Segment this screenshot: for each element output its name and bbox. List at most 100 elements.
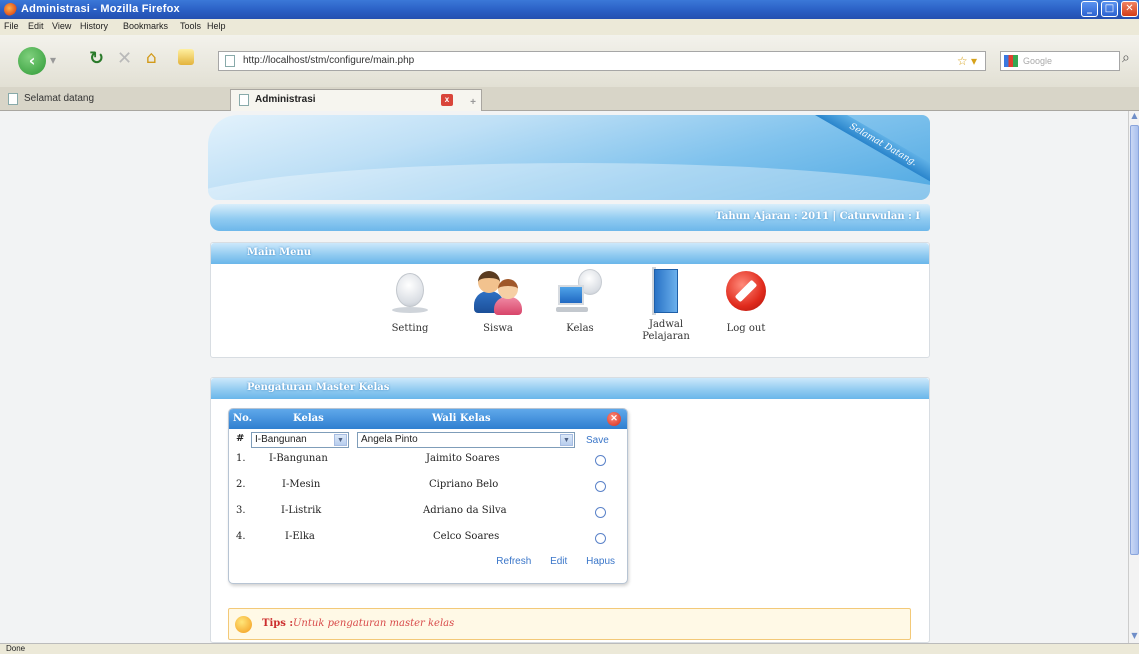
- menu-jadwal-pelajaran[interactable]: Jadwal Pelajaran: [631, 267, 701, 343]
- scroll-down-icon[interactable]: ▼: [1130, 631, 1139, 643]
- row-wali: Cipriano Belo: [429, 479, 499, 490]
- table-row: 1. I-Bangunan Jaimito Soares: [229, 453, 627, 479]
- row-no: 4.: [236, 531, 246, 542]
- url-bar[interactable]: http://localhost/stm/configure/main.php …: [218, 51, 986, 71]
- close-tab-icon[interactable]: x: [441, 94, 453, 106]
- row-select-radio[interactable]: [595, 507, 606, 518]
- schedule-icon: [642, 267, 690, 315]
- new-tab-icon[interactable]: +: [464, 93, 482, 109]
- menu-label: Siswa: [483, 323, 513, 334]
- vertical-scrollbar[interactable]: ▲ ▼: [1128, 111, 1139, 643]
- new-row-marker: #: [236, 433, 245, 444]
- edit-link[interactable]: Edit: [550, 556, 567, 567]
- row-wali: Jaimito Soares: [426, 453, 500, 464]
- students-icon: [474, 267, 522, 315]
- chevron-down-icon[interactable]: ▼: [334, 434, 347, 446]
- academic-info-text: Tahun Ajaran : 2011 | Caturwulan : I: [715, 211, 920, 222]
- tab-administrasi[interactable]: Administrasi x +: [230, 89, 482, 111]
- refresh-link[interactable]: Refresh: [496, 556, 531, 567]
- hapus-link[interactable]: Hapus: [586, 556, 615, 567]
- search-box[interactable]: Google: [1000, 51, 1120, 71]
- bookmark-icon[interactable]: [178, 49, 194, 65]
- table-actions: Refresh Edit Hapus: [480, 556, 615, 567]
- kelas-select[interactable]: I-Bangunan ▼: [251, 432, 349, 448]
- row-kelas: I-Elka: [285, 531, 315, 542]
- row-no: 2.: [236, 479, 246, 490]
- stop-icon[interactable]: ✕: [117, 48, 132, 69]
- panel-header: Main Menu: [211, 243, 929, 264]
- menu-logout[interactable]: Log out: [711, 267, 781, 335]
- row-kelas: I-Bangunan: [269, 453, 328, 464]
- menu-siswa[interactable]: Siswa: [463, 267, 533, 335]
- row-no: 1.: [236, 453, 246, 464]
- close-window-button[interactable]: ✕: [1121, 1, 1138, 17]
- panel-header: Pengaturan Master Kelas: [211, 378, 929, 399]
- table-header: No. Kelas Wali Kelas ✕: [229, 409, 627, 429]
- search-placeholder: Google: [1023, 56, 1053, 66]
- scroll-thumb[interactable]: [1130, 125, 1139, 555]
- menu-history[interactable]: History: [80, 21, 108, 31]
- row-kelas: I-Mesin: [282, 479, 321, 490]
- page-icon: [225, 55, 235, 67]
- menu-bar: File Edit View History Bookmarks Tools H…: [0, 19, 1139, 35]
- page-icon: [8, 93, 18, 105]
- menu-label: Setting: [391, 323, 429, 334]
- save-button[interactable]: Save: [586, 435, 609, 446]
- table-row: 2. I-Mesin Cipriano Belo: [229, 479, 627, 505]
- search-icon[interactable]: ⌕: [1122, 50, 1130, 66]
- firefox-icon: [4, 3, 17, 16]
- col-wali-kelas: Wali Kelas: [432, 413, 491, 424]
- menu-file[interactable]: File: [4, 21, 19, 31]
- menu-label: Kelas: [566, 323, 594, 334]
- bookmark-star-icon[interactable]: ☆ ▾: [957, 52, 977, 70]
- maximize-button[interactable]: □: [1101, 1, 1118, 17]
- menu-bookmarks[interactable]: Bookmarks: [123, 21, 168, 31]
- row-no: 3.: [236, 505, 246, 516]
- menu-kelas[interactable]: Kelas: [545, 267, 615, 335]
- back-button[interactable]: ‹: [18, 47, 46, 75]
- tab-label: Selamat datang: [24, 93, 95, 104]
- menu-help[interactable]: Help: [207, 21, 226, 31]
- wali-select-value: Angela Pinto: [361, 434, 418, 445]
- logout-icon: [722, 267, 770, 315]
- table-row: 4. I-Elka Celco Soares: [229, 531, 627, 557]
- setting-icon: [386, 267, 434, 315]
- row-kelas: I-Listrik: [281, 505, 322, 516]
- main-menu-panel: Main Menu Setting Siswa Kelas Jadwal Pel…: [210, 242, 930, 358]
- row-wali: Adriano da Silva: [423, 505, 507, 516]
- scroll-up-icon[interactable]: ▲: [1130, 111, 1139, 123]
- home-icon[interactable]: ⌂: [146, 48, 157, 68]
- master-kelas-panel: Pengaturan Master Kelas No. Kelas Wali K…: [210, 377, 930, 643]
- status-bar: Done: [0, 643, 1139, 654]
- kelas-select-value: I-Bangunan: [255, 434, 307, 445]
- row-select-radio[interactable]: [595, 455, 606, 466]
- chevron-down-icon[interactable]: ▼: [560, 434, 573, 446]
- status-text: Done: [6, 644, 26, 653]
- tab-label: Administrasi: [255, 94, 316, 105]
- row-select-radio[interactable]: [595, 533, 606, 544]
- menu-view[interactable]: View: [52, 21, 71, 31]
- navigation-toolbar: ‹ ▾ ↻ ✕ ⌂ http://localhost/stm/configure…: [0, 35, 1139, 87]
- title-bar: Administrasi - Mozilla Firefox _ □ ✕: [0, 0, 1139, 19]
- tab-selamat-datang[interactable]: Selamat datang: [0, 89, 225, 111]
- tips-box: Tips : Untuk pengaturan master kelas: [228, 608, 911, 640]
- menu-edit[interactable]: Edit: [28, 21, 44, 31]
- tips-text: Untuk pengaturan master kelas: [293, 618, 455, 629]
- reload-icon[interactable]: ↻: [89, 48, 104, 69]
- banner-swoosh: [208, 163, 930, 200]
- menu-setting[interactable]: Setting: [375, 267, 445, 335]
- col-kelas: Kelas: [293, 413, 324, 424]
- menu-label: Log out: [726, 323, 766, 334]
- minimize-button[interactable]: _: [1081, 1, 1098, 17]
- forward-dropdown-icon[interactable]: ▾: [50, 53, 56, 67]
- main-menu-title: Main Menu: [247, 247, 312, 258]
- row-select-radio[interactable]: [595, 481, 606, 492]
- url-text: http://localhost/stm/configure/main.php: [243, 55, 415, 66]
- wali-kelas-select[interactable]: Angela Pinto ▼: [357, 432, 575, 448]
- table-row: 3. I-Listrik Adriano da Silva: [229, 505, 627, 531]
- lightbulb-icon: [235, 616, 252, 633]
- kelas-table: No. Kelas Wali Kelas ✕ # I-Bangunan ▼ An…: [228, 408, 628, 584]
- window-title: Administrasi - Mozilla Firefox: [21, 3, 180, 15]
- menu-tools[interactable]: Tools: [180, 21, 201, 31]
- close-table-icon[interactable]: ✕: [607, 412, 621, 426]
